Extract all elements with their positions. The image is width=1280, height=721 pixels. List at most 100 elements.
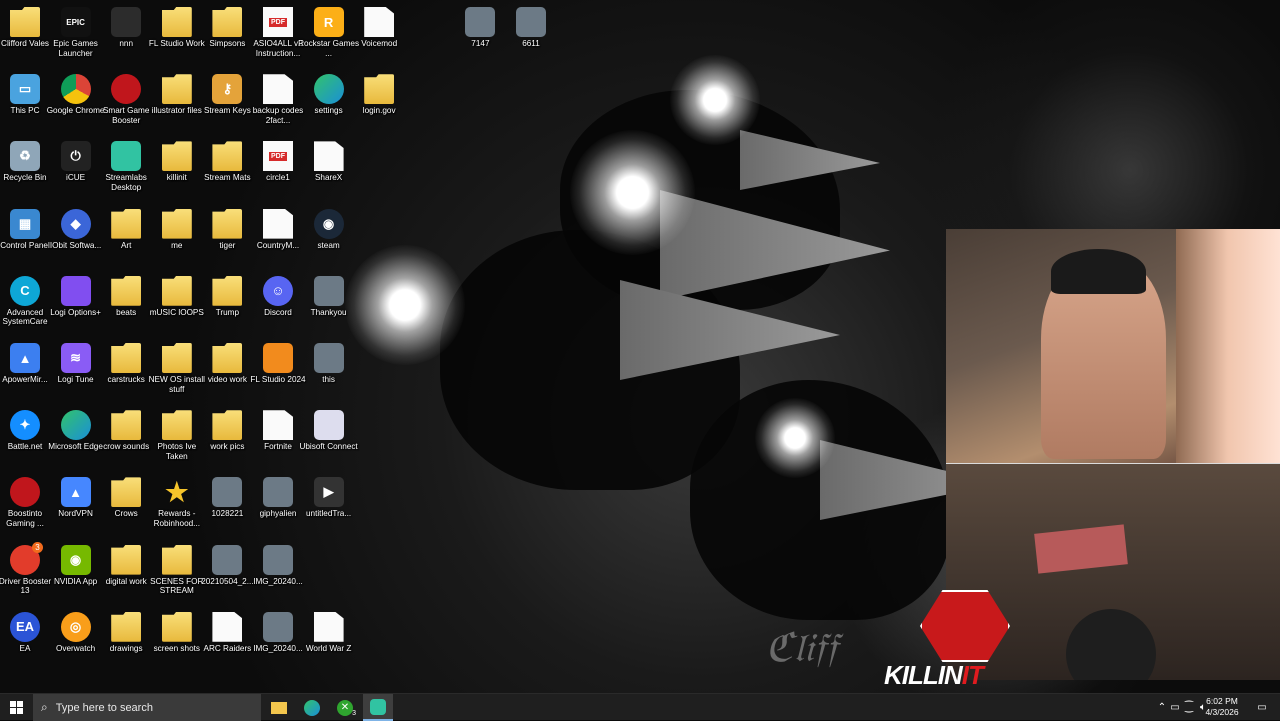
desktop-icon[interactable]: NEW OS install stuff [148,338,206,402]
taskbar-search-box[interactable]: ⌕ Type here to search [33,694,261,721]
desktop-icon[interactable]: screen shots [148,607,206,671]
desktop-icon[interactable]: Stream Mats [198,136,256,200]
desktop-icon[interactable]: Trump [198,271,256,335]
desktop-icon[interactable]: 1028221 [198,472,256,536]
folder-icon [111,410,142,441]
xbox-taskbar-button[interactable]: ✕ 3 [330,694,360,721]
desktop-icon[interactable]: FL Studio 2024 [249,338,307,402]
streamlabs-taskbar-button[interactable] [363,694,393,721]
video-icon: ▶ [313,477,344,508]
desktop-icon[interactable]: ☺ Discord [249,271,307,335]
show-hidden-icons-chevron-icon[interactable]: ⌃ [1156,702,1168,713]
desktop-icon[interactable]: Microsoft Edge [47,405,105,469]
document-icon [263,410,293,441]
desktop-icon[interactable]: CountryM... [249,204,307,268]
desktop-icon[interactable]: drawings [97,607,155,671]
nvidia-icon: ◉ [60,544,91,575]
document-icon [263,74,293,105]
desktop-icon[interactable]: ◉ steam [300,204,358,268]
notification-center-button[interactable]: ▭ [1252,694,1272,721]
desktop-icon[interactable]: nnn [97,2,155,66]
desktop-icon[interactable]: Streamlabs Desktop [97,136,155,200]
iobit-icon: ◆ [60,208,91,239]
image-thumbnail-icon [212,544,243,575]
killinit-logo: KILLINIT [880,590,1040,690]
desktop-icon[interactable]: ▲ NordVPN [47,472,105,536]
desktop-icon[interactable]: illustrator files [148,69,206,133]
desktop-icon[interactable]: killinit [148,136,206,200]
network-icon[interactable]: ▭ [1168,702,1182,713]
clock-date: 4/3/2026 [1205,707,1239,717]
desktop-icon[interactable]: 6611 [502,2,560,66]
desktop-icon[interactable]: video work [198,338,256,402]
pdf-badge-icon: PDF [269,151,287,161]
desktop-icon[interactable]: Ubisoft Connect [299,405,358,469]
control-panel-icon: ▦ [10,208,40,239]
desktop-icon[interactable]: SCENES FOR STREAM [148,540,206,604]
folder-icon [161,74,192,105]
desktop-icon[interactable]: tiger [198,204,256,268]
desktop-icon[interactable]: giphyalien [249,472,307,536]
user-folder-icon [10,7,40,37]
taskbar: ⌕ Type here to search ✕ 3 ⌃ ▭ ⁐ 🔈︎ 6:02 … [0,693,1280,721]
desktop-icon[interactable]: Logi Options+ [47,271,105,335]
desktop-icon[interactable]: this [300,338,358,402]
edge-taskbar-button[interactable] [297,694,327,721]
desktop-icon[interactable]: EPIC Epic Games Launcher [47,2,105,66]
desktop-icon-label: this [322,375,335,384]
image-thumbnail-icon [263,477,293,508]
desktop-icon-label: World War Z [305,643,352,653]
wifi-icon[interactable]: ⁐ [1182,702,1196,713]
desktop-icon[interactable]: Fortnite [249,405,307,469]
desktop-icon[interactable]: ShareX [300,136,358,200]
desktop-icon[interactable]: R Rockstar Games ... [298,2,359,66]
desktop-icon[interactable]: ★ Rewards - Robinhood... [148,472,206,536]
desktop-icon[interactable]: ◉ NVIDIA App [47,540,105,604]
desktop-icon[interactable]: ◎ Overwatch [47,607,105,671]
folder-icon [364,74,395,105]
desktop-icon[interactable]: PDF circle1 [249,136,307,200]
folder-icon [161,7,192,37]
desktop-icon[interactable]: FL Studio Work [148,2,206,66]
systemcare-icon: C [10,275,40,306]
desktop-icon[interactable]: beats [97,271,155,335]
desktop-icon[interactable]: login.gov [350,69,408,133]
desktop-icon[interactable]: settings [300,69,358,133]
folder-icon [111,343,142,373]
desktop-icon[interactable]: me [148,204,206,268]
logi-tune-icon: ≋ [60,343,91,373]
start-button[interactable] [0,694,32,721]
desktop-icon[interactable]: 7147 [451,2,509,66]
desktop-icon[interactable]: Voicemod [350,2,408,66]
desktop-icon[interactable]: IMG_20240... [249,540,307,604]
desktop-icon[interactable]: work pics [198,405,256,469]
game-booster-icon [111,74,142,105]
desktop-icon[interactable]: Smart Game Booster [97,69,155,133]
desktop-icon[interactable]: 20210504_2... [198,540,256,604]
fl-studio-icon [263,343,293,373]
xbox-badge: 3 [352,710,356,717]
desktop-icon[interactable]: Art [97,204,155,268]
desktop-icon[interactable]: ◆ IObit Softwa... [47,204,105,268]
desktop-icon[interactable]: IMG_20240... [249,607,307,671]
desktop-background: Clifford Vales EPIC Epic Games Launcher nnn… [0,0,1280,693]
rockstar-icon: R [313,7,344,37]
game-booster-icon [10,477,40,508]
desktop-icon[interactable]: ▶ untitledTra... [300,472,358,536]
desktop-icon-label: steam [317,240,340,250]
desktop-icon[interactable]: ARC Raiders [198,607,256,671]
desktop-icon[interactable]: Photos Ive Taken [148,405,206,469]
desktop-icon[interactable]: ≋ Logi Tune [47,338,105,402]
desktop-icon-label: untitledTra... [305,509,352,519]
discord-icon: ☺ [263,275,293,306]
desktop-icon-label: Thankyou [310,307,347,317]
file-explorer-taskbar-button[interactable] [264,694,294,721]
desktop-icon[interactable]: Thankyou [300,271,358,335]
taskbar-clock[interactable]: 6:02 PM 4/3/2026 [1198,696,1246,718]
desktop-icon[interactable]: mUSIC lOOPS [148,271,206,335]
desktop-icon[interactable]: World War Z [300,607,358,671]
wallpaper-glowing-eye [345,245,465,365]
logo-hexagon [920,590,1010,662]
desktop-icon[interactable]: backup codes 2fact... [249,69,307,133]
folder-icon [212,141,243,172]
